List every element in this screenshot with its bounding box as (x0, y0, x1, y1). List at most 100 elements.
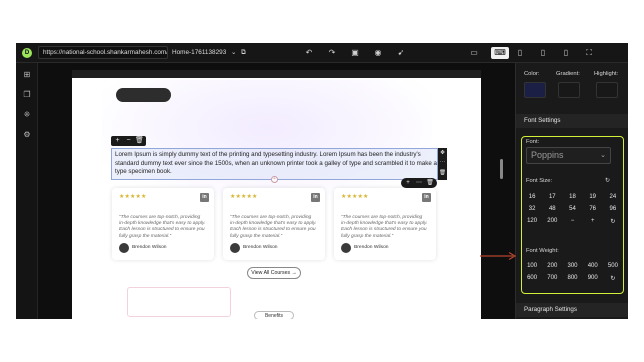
font-weight-option[interactable]: 800 (562, 275, 582, 282)
highlight-swatch[interactable] (596, 82, 618, 98)
linkedin-icon[interactable]: in (422, 193, 431, 202)
author-name: Brendon Wilson (132, 245, 167, 250)
move-handle-icon[interactable]: ✥ (438, 148, 447, 158)
page-header-bar (72, 70, 481, 78)
page-name: Home-1761138293 (172, 49, 227, 56)
add-card-icon[interactable]: + (404, 178, 412, 188)
delete-icon[interactable]: 🗑 (135, 136, 144, 146)
testimonial-card[interactable]: ★★★★★ in “The courses are top-notch, pro… (112, 188, 214, 260)
preview-eye-icon[interactable]: ◉ (372, 47, 384, 59)
paragraph-settings-header[interactable]: Paragraph Settings (516, 303, 628, 317)
chevron-down-icon: ⌄ (600, 152, 606, 159)
redo-icon[interactable]: ↷ (326, 47, 338, 59)
font-size-option[interactable]: 17 (542, 194, 562, 200)
font-size-option[interactable]: + (583, 218, 603, 225)
font-weight-option[interactable]: 600 (522, 275, 542, 282)
page-canvas: + − 🗑 Lorem Ipsum is simply dummy text o… (72, 70, 481, 319)
top-toolbar: D https://national-school.shankarmahesh.… (16, 43, 628, 63)
font-size-option[interactable]: 96 (603, 206, 623, 212)
font-size-label: Font Size: (526, 178, 553, 184)
avatar (230, 243, 240, 253)
mobile-device-icon[interactable]: ▯ (560, 47, 572, 59)
layers-icon[interactable]: ❐ (21, 89, 33, 101)
font-size-option[interactable]: 24 (603, 194, 623, 200)
font-weight-option[interactable]: 900 (583, 275, 603, 282)
reset-icon[interactable]: ↻ (605, 178, 610, 184)
page-selector[interactable]: Home-1761138293 ⌄ ⧉ (172, 46, 246, 59)
tablet-device-icon[interactable]: ▯ (537, 47, 549, 59)
testimonial-card[interactable]: ★★★★★ in “The courses are top-notch, pro… (334, 188, 436, 260)
desktop-device-icon[interactable]: ▭ (468, 47, 480, 59)
rating-stars: ★★★★★ (230, 194, 258, 200)
chevron-down-icon: ⌄ (231, 49, 237, 56)
font-weight-option[interactable]: 400 (583, 263, 603, 269)
font-family-select[interactable]: Poppins ⌄ (526, 147, 611, 164)
font-size-option[interactable]: 48 (542, 206, 562, 212)
font-size-option[interactable]: 19 (583, 194, 603, 200)
editor-app: D https://national-school.shankarmahesh.… (16, 43, 628, 319)
font-family-value: Poppins (531, 150, 564, 160)
author-name: Brendon Wilson (243, 245, 278, 250)
font-size-option[interactable]: 16 (522, 194, 542, 200)
view-all-courses-button[interactable]: View All Courses → (247, 267, 301, 279)
site-url-field[interactable]: https://national-school.shankarmahesh.co… (38, 46, 168, 59)
font-size-option[interactable]: − (562, 218, 582, 225)
avatar (341, 243, 351, 253)
font-weight-grid: 100 200 300 400 500 600 700 800 900 ↻ (522, 263, 623, 282)
block-side-toolbar: ✥ ⋯ 🗑 (438, 148, 447, 180)
linkedin-icon[interactable]: in (200, 193, 209, 202)
font-settings-header[interactable]: Font Settings (516, 114, 628, 128)
add-element-icon[interactable]: + (113, 136, 122, 146)
font-size-option[interactable]: 32 (522, 206, 542, 212)
rating-stars: ★★★★★ (119, 194, 147, 200)
font-weight-option[interactable]: 100 (522, 263, 542, 269)
benefits-badge[interactable]: Benefits (254, 311, 294, 319)
remove-element-icon[interactable]: − (124, 136, 133, 146)
settings-gear-icon[interactable]: ⚙ (21, 129, 33, 141)
rating-stars: ★★★★★ (341, 194, 369, 200)
publish-rocket-icon[interactable]: ➹ (395, 47, 407, 59)
element-toolbar: + − 🗑 (111, 136, 146, 146)
add-element-icon[interactable]: ⊞ (21, 69, 33, 81)
gradient-swatch[interactable] (558, 82, 580, 98)
hero-pill-button[interactable] (116, 88, 171, 102)
testimonial-card[interactable]: ★★★★★ in “The courses are top-notch, pro… (223, 188, 325, 260)
font-weight-option[interactable]: 200 (542, 263, 562, 269)
font-size-option[interactable]: 54 (562, 206, 582, 212)
gradient-label: Gradient: (556, 71, 580, 77)
components-icon[interactable]: ⁜ (21, 109, 33, 121)
font-settings-group: Font: Poppins ⌄ Font Size: ↻ 16 17 18 19 24 3… (521, 136, 624, 294)
laptop-device-icon[interactable]: ⌨ (491, 47, 509, 59)
font-weight-option[interactable]: 500 (603, 263, 623, 269)
card-toolbar: + ⋯ 🗑 (401, 178, 437, 188)
app-logo: D (22, 48, 32, 58)
tablet-landscape-device-icon[interactable]: ▯ (514, 47, 526, 59)
text-color-swatch[interactable] (524, 82, 546, 98)
delete-icon[interactable]: 🗑 (438, 168, 447, 178)
font-weight-option[interactable]: 300 (562, 263, 582, 269)
empty-placeholder-block[interactable] (127, 287, 231, 317)
font-size-option[interactable]: ↻ (603, 218, 623, 225)
more-options-icon[interactable]: ⋯ (438, 158, 447, 168)
font-size-option[interactable]: 18 (562, 194, 582, 200)
duplicate-page-icon[interactable]: ⧉ (241, 49, 246, 56)
font-size-option[interactable]: 76 (583, 206, 603, 212)
linkedin-icon[interactable]: in (311, 193, 320, 202)
testimonial-quote: “The courses are top-notch, providing in… (341, 215, 428, 239)
selected-paragraph[interactable]: Lorem Ipsum is simply dummy text of the … (115, 151, 437, 177)
canvas-scrollbar[interactable] (500, 159, 503, 179)
left-rail: ⊞ ❐ ⁜ ⚙ (16, 63, 38, 319)
delete-icon[interactable]: 🗑 (426, 178, 434, 188)
more-options-icon[interactable]: ⋯ (415, 178, 423, 188)
font-size-option[interactable]: 200 (542, 218, 562, 225)
font-weight-option[interactable]: ↻ (603, 275, 623, 282)
fullscreen-icon[interactable]: ⛶ (583, 47, 595, 59)
undo-icon[interactable]: ↶ (303, 47, 315, 59)
font-size-grid: 16 17 18 19 24 32 48 54 76 96 120 200− + ↻ (522, 194, 623, 225)
properties-panel: Color: Gradient: Highlight: Font Setting… (515, 63, 628, 319)
insert-block-button[interactable]: + (271, 176, 278, 183)
testimonial-quote: “The courses are top-notch, providing in… (119, 215, 206, 239)
font-weight-option[interactable]: 700 (542, 275, 562, 282)
save-icon[interactable]: ▣ (349, 47, 361, 59)
font-size-option[interactable]: 120 (522, 218, 542, 225)
